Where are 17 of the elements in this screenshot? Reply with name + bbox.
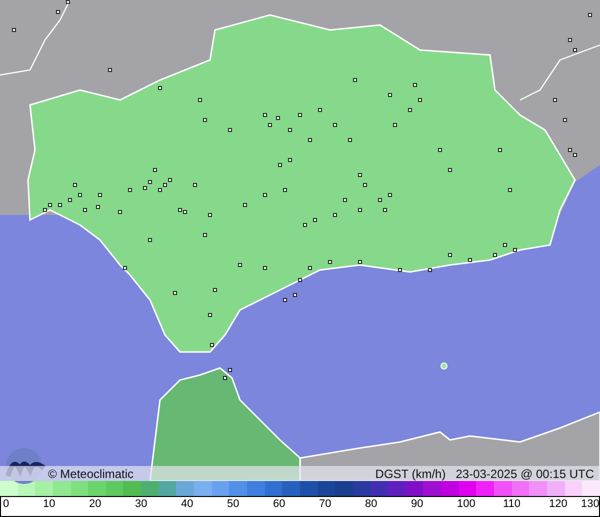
legend-tick: 40 [181, 499, 194, 510]
credit-text: © Meteoclimatic [48, 468, 134, 480]
legend-tick: 0 [3, 499, 10, 510]
legend-tick: 100 [457, 499, 476, 510]
legend-tick: 10 [43, 499, 56, 510]
variable-label: DGST (km/h) [375, 468, 446, 480]
legend-tick: 30 [135, 499, 148, 510]
legend-tick: 90 [411, 499, 424, 510]
legend-tick: 70 [319, 499, 332, 510]
legend-tick: 60 [273, 499, 286, 510]
legend-tick: 20 [89, 499, 102, 510]
legend-tick: 120 [549, 499, 568, 510]
timestamp-text: 23-03-2025 @ 00:15 UTC [456, 468, 594, 480]
legend-tick: 130 [581, 499, 600, 510]
legend-tick: 50 [227, 499, 240, 510]
legend-tick: 80 [365, 499, 378, 510]
legend-tick: 110 [503, 499, 521, 510]
